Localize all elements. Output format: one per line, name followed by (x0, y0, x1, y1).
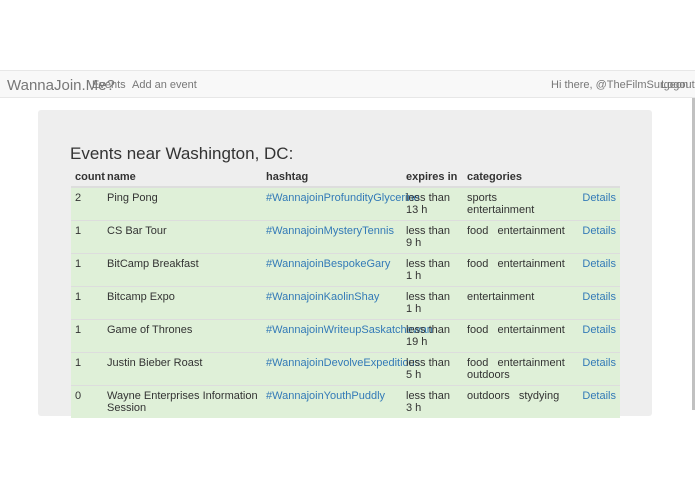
category-tag: entertainment (497, 324, 565, 336)
table-row: 1 CS Bar Tour #WannajoinMysteryTennis less … (71, 220, 620, 254)
column-header-count: count (71, 166, 105, 188)
event-categories: entertainment (463, 286, 576, 320)
event-name: Ping Pong (103, 186, 262, 221)
table-row: 0 Wayne Enterprises Information Session #W… (71, 385, 620, 418)
details-link[interactable]: Details (582, 357, 616, 369)
category-tag: food (467, 258, 489, 270)
event-name: Bitcamp Expo (103, 286, 262, 320)
event-categories: food entertainment (463, 253, 576, 287)
logout-link[interactable]: Logout (661, 79, 695, 91)
table-row: 1 Justin Bieber Roast #WannajoinDevolveExp… (71, 352, 620, 386)
event-name: CS Bar Tour (103, 220, 262, 254)
event-categories: food entertainment (463, 319, 576, 353)
details-link[interactable]: Details (582, 225, 616, 237)
event-count: 1 (71, 220, 103, 254)
event-details-cell: Details (576, 286, 620, 320)
event-hashtag-cell: #WannajoinMysteryTennis (262, 220, 402, 254)
event-categories: food entertainment outdoors (463, 352, 576, 386)
event-count: 1 (71, 352, 103, 386)
page-title: Events near Washington, DC: (70, 144, 294, 163)
event-categories: outdoors stydying (463, 385, 576, 418)
table-header-row: count name hashtag expires in categories (71, 166, 620, 188)
events-table-body: 2 Ping Pong #WannajoinProfundityGlycerine l… (71, 186, 620, 418)
event-count: 1 (71, 253, 103, 287)
details-link[interactable]: Details (582, 291, 616, 303)
event-expires: less than 9 h (402, 220, 463, 254)
event-hashtag-link[interactable]: #WannajoinKaolinShay (266, 291, 379, 303)
nav-events-link[interactable]: Events (92, 79, 126, 91)
category-tag: food (467, 225, 489, 237)
details-link[interactable]: Details (582, 258, 616, 270)
category-tag: outdoors (467, 390, 510, 402)
category-tag: food (467, 357, 489, 369)
event-hashtag-cell: #WannajoinKaolinShay (262, 286, 402, 320)
column-header-expires: expires in (402, 166, 463, 188)
event-count: 1 (71, 319, 103, 353)
event-name: Game of Thrones (103, 319, 262, 353)
event-count: 1 (71, 286, 103, 320)
table-row: 1 BitCamp Breakfast #WannajoinBespokeGary l… (71, 253, 620, 287)
event-hashtag-cell: #WannajoinProfundityGlycerine (262, 186, 420, 221)
category-tag: sports (467, 192, 497, 204)
category-tag: entertainment (467, 204, 535, 216)
event-expires: less than 13 h (402, 186, 463, 221)
event-count: 2 (71, 186, 103, 221)
event-hashtag-cell: #WannajoinYouthPuddly (262, 385, 402, 418)
navbar: WannaJoin.Me? Events Add an event Hi the… (0, 70, 695, 98)
event-details-cell: Details (576, 352, 620, 386)
column-header-actions (576, 166, 620, 188)
table-row: 2 Ping Pong #WannajoinProfundityGlycerine l… (71, 186, 620, 221)
event-hashtag-link[interactable]: #WannajoinBespokeGary (266, 258, 390, 270)
event-expires: less than 19 h (402, 319, 463, 353)
events-panel: Events near Washington, DC: count name h… (38, 110, 652, 418)
event-details-cell: Details (576, 319, 620, 353)
event-hashtag-link[interactable]: #WannajoinYouthPuddly (266, 390, 385, 402)
category-tag: food (467, 324, 489, 336)
event-hashtag-cell: #WannajoinDevolveExpeditious (262, 352, 420, 386)
table-row: 1 Game of Thrones #WannajoinWriteupSaskatc… (71, 319, 620, 353)
event-expires: less than 1 h (402, 286, 463, 320)
category-tag: entertainment (497, 357, 565, 369)
event-name: Wayne Enterprises Information Session (103, 385, 262, 418)
column-header-categories: categories (463, 166, 576, 188)
details-link[interactable]: Details (582, 390, 616, 402)
category-tag: entertainment (497, 225, 565, 237)
event-expires: less than 3 h (402, 385, 463, 418)
event-hashtag-cell: #WannajoinWriteupSaskatchewan (262, 319, 433, 353)
events-table: count name hashtag expires in categories… (71, 166, 620, 418)
event-details-cell: Details (576, 253, 620, 287)
details-link[interactable]: Details (582, 324, 616, 336)
event-hashtag-cell: #WannajoinBespokeGary (262, 253, 402, 287)
column-header-name: name (103, 166, 262, 188)
event-hashtag-link[interactable]: #WannajoinMysteryTennis (266, 225, 394, 237)
event-expires: less than 5 h (402, 352, 463, 386)
table-row: 1 Bitcamp Expo #WannajoinKaolinShay less th… (71, 286, 620, 320)
category-tag: entertainment (467, 291, 535, 303)
event-hashtag-link[interactable]: #WannajoinProfundityGlycerine (266, 192, 420, 204)
event-details-cell: Details (576, 220, 620, 254)
event-categories: sports entertainment (463, 186, 576, 221)
event-expires: less than 1 h (402, 253, 463, 287)
nav-add-event-link[interactable]: Add an event (132, 79, 197, 91)
event-hashtag-link[interactable]: #WannajoinDevolveExpeditious (266, 357, 420, 369)
category-tag: outdoors (467, 369, 510, 381)
details-link[interactable]: Details (582, 192, 616, 204)
category-tag: entertainment (497, 258, 565, 270)
event-name: Justin Bieber Roast (103, 352, 262, 386)
event-details-cell: Details (576, 385, 620, 418)
event-count: 0 (71, 385, 103, 418)
event-details-cell: Details (576, 186, 620, 221)
column-header-hashtag: hashtag (262, 166, 402, 188)
event-name: BitCamp Breakfast (103, 253, 262, 287)
category-tag: stydying (518, 390, 560, 402)
event-categories: food entertainment (463, 220, 576, 254)
